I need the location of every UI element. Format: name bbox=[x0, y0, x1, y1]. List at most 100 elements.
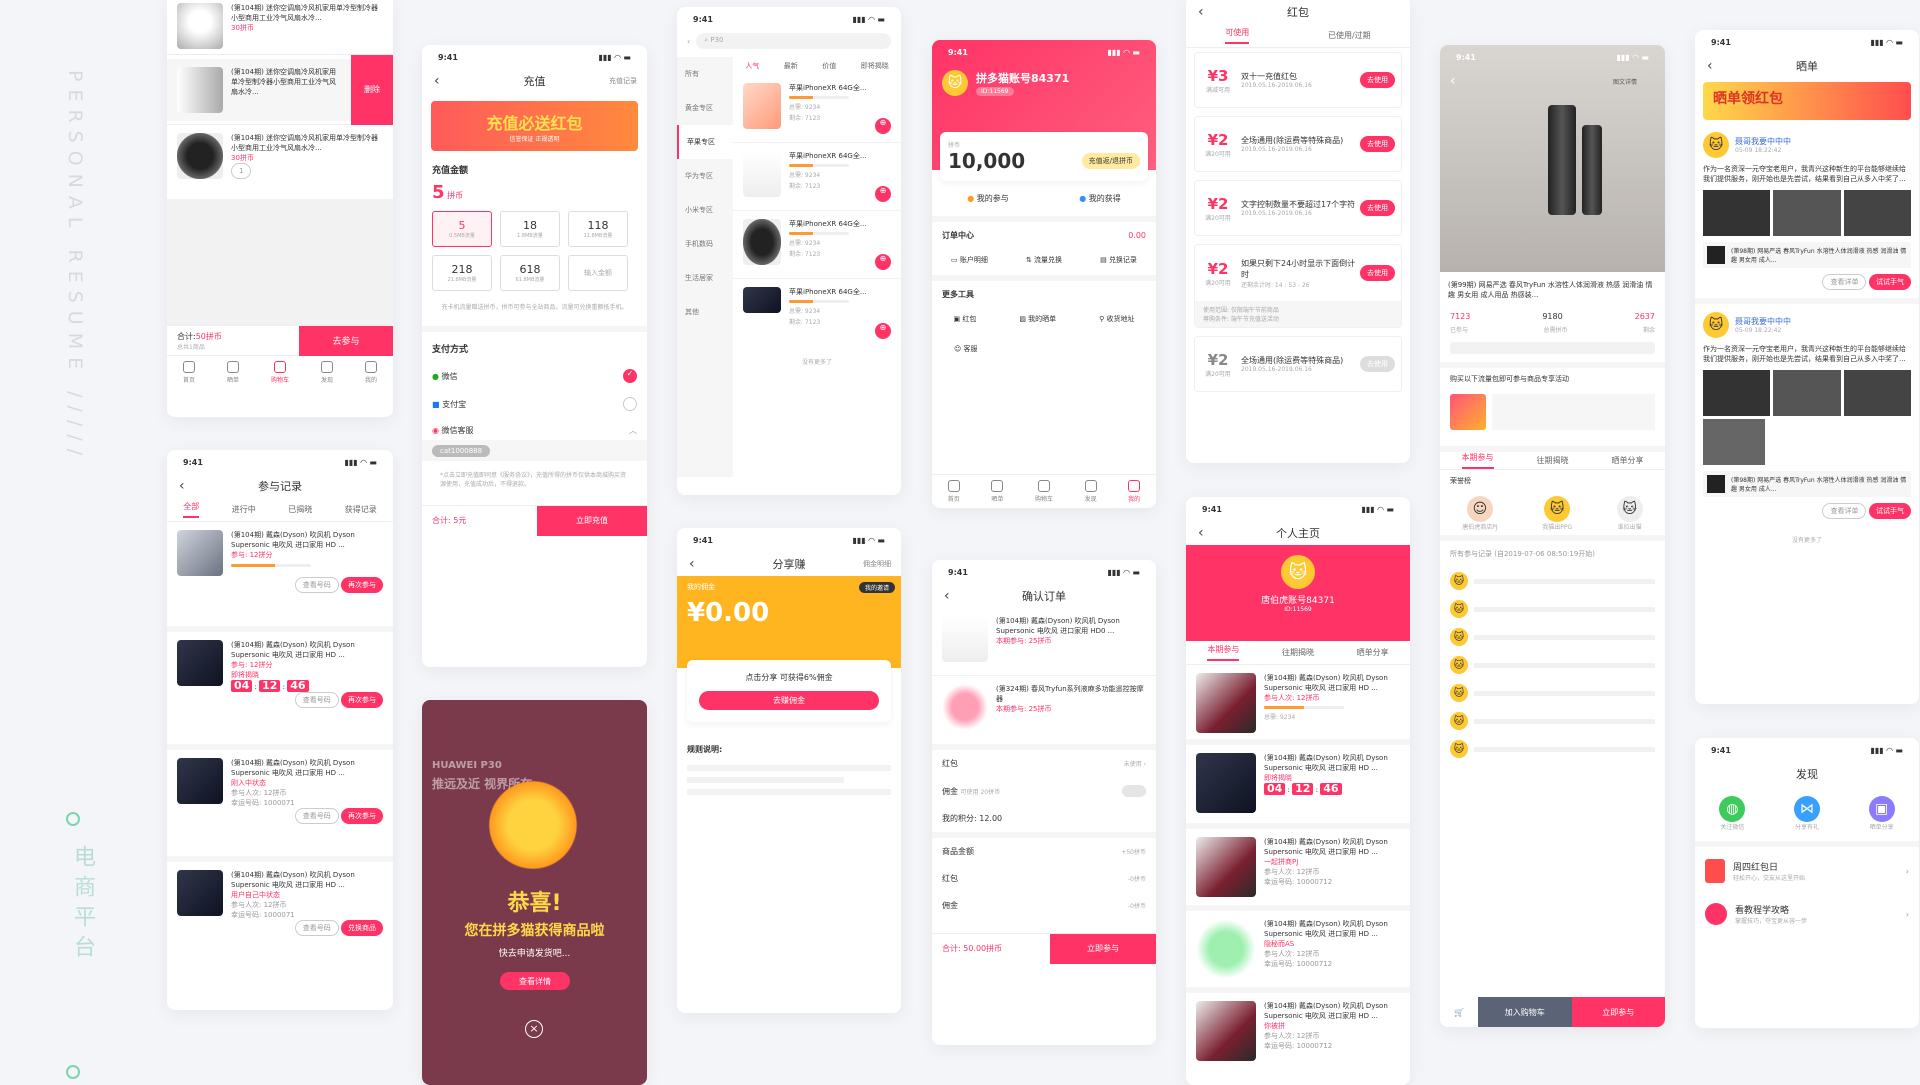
product-gallery[interactable]: 9:41 ▮▮▮ ◠ ▬ ‹ 图文详情 bbox=[1440, 45, 1665, 272]
pay-service[interactable]: ◉ 微信客服 ︿ bbox=[422, 415, 647, 440]
tool-redpacket[interactable]: ▣ 红包 bbox=[953, 314, 976, 324]
join-again-button[interactable]: 再次参与 bbox=[341, 577, 383, 593]
tab-discover[interactable]: 发现 bbox=[1084, 480, 1097, 503]
tab-discover[interactable]: 发现 bbox=[320, 361, 333, 384]
add-cart-icon[interactable]: ⊕ bbox=[875, 323, 891, 339]
show-banner[interactable]: 晒单领红包 bbox=[1703, 82, 1911, 120]
tab-show[interactable]: 晒单分享 bbox=[1612, 455, 1644, 466]
traffic-exchange[interactable]: ⇅ 流量兑换 bbox=[1026, 255, 1062, 265]
commission-detail-link[interactable]: 佣金明细 bbox=[863, 559, 891, 569]
show-share[interactable]: ▣ 晒单分享 bbox=[1868, 796, 1895, 831]
join-again-button[interactable]: 再次参与 bbox=[341, 808, 383, 824]
amount-tile[interactable]: 18 1.8MB流量 bbox=[500, 211, 560, 247]
pay-wechat[interactable]: ● 微信 ✓ bbox=[422, 365, 647, 387]
back-icon[interactable]: ‹ bbox=[1450, 73, 1456, 89]
code-chip[interactable]: cat1000888 bbox=[432, 445, 491, 457]
recharge-button[interactable]: 立即充值 bbox=[537, 505, 647, 536]
tutorial[interactable]: 看教程学攻略 掌握技巧，夺宝更从容一步 › bbox=[1695, 895, 1919, 933]
tab-all[interactable]: 全部 bbox=[183, 501, 200, 518]
exchange-record[interactable]: ▤ 兑换记录 bbox=[1100, 255, 1137, 265]
tab-show[interactable]: 晒单 bbox=[991, 480, 1003, 503]
use-button[interactable]: 去使用 bbox=[1360, 72, 1395, 88]
view-detail-button[interactable]: 查看详情 bbox=[500, 972, 570, 990]
cart-icon[interactable]: 🛒 bbox=[1440, 1008, 1478, 1017]
exchange-button[interactable]: 兑换商品 bbox=[341, 920, 383, 936]
use-button[interactable]: 去使用 bbox=[1360, 136, 1395, 152]
tool-show[interactable]: ▨ 我的晒单 bbox=[1019, 314, 1056, 324]
tab-me[interactable]: 我的 bbox=[364, 361, 377, 384]
tab-past[interactable]: 往期揭晓 bbox=[1537, 455, 1569, 466]
commission-toggle[interactable] bbox=[1122, 785, 1146, 797]
home-item[interactable]: (第104期) 戴森(Dyson) 吹风机 Dyson Supersonic 电… bbox=[1186, 993, 1410, 1073]
add-cart-button[interactable]: 加入购物车 bbox=[1478, 997, 1572, 1027]
custom-amount-input[interactable]: 输入金额 bbox=[568, 255, 628, 291]
tool-address[interactable]: ⚲ 收货地址 bbox=[1099, 314, 1134, 324]
product-row[interactable]: 苹果iPhoneXR 64G全... 总需: 9234 剩余: 7123 ⊕ bbox=[733, 279, 901, 347]
cat-item[interactable]: 生活居家 bbox=[677, 261, 733, 295]
account-detail[interactable]: ▭ 账户明细 bbox=[951, 255, 988, 265]
back-icon[interactable]: ‹ bbox=[1707, 58, 1713, 74]
redpacket-select[interactable]: 未使用 › bbox=[1124, 759, 1146, 768]
tab-current[interactable]: 本期参与 bbox=[1461, 452, 1494, 469]
back-icon[interactable]: ‹ bbox=[179, 478, 185, 494]
recharge-history-link[interactable]: 充值记录 bbox=[609, 76, 637, 86]
home-item[interactable]: (第104期) 戴森(Dyson) 吹风机 Dyson Supersonic 电… bbox=[1186, 911, 1410, 993]
tool-service[interactable]: ☺ 客服 bbox=[932, 330, 1156, 368]
back-icon[interactable]: ‹ bbox=[687, 37, 690, 46]
tab-show[interactable]: 晒单 bbox=[226, 361, 239, 384]
add-cart-icon[interactable]: ⊕ bbox=[875, 186, 891, 202]
invite-badge[interactable]: 我的邀请 bbox=[858, 582, 895, 593]
join-button[interactable]: 立即参与 bbox=[1050, 933, 1156, 964]
amount-tile[interactable]: 118 11.8MB流量 bbox=[568, 211, 628, 247]
view-number-button[interactable]: 查看号码 bbox=[294, 577, 339, 593]
home-item[interactable]: (第104期) 戴森(Dyson) 吹风机 Dyson Supersonic 电… bbox=[1186, 745, 1410, 829]
join-again-button[interactable]: 再次参与 bbox=[341, 692, 383, 708]
back-icon[interactable]: ‹ bbox=[1198, 4, 1204, 20]
thursday-redpacket[interactable]: 周四红包日 轻松开心，交友从这里开始 › bbox=[1695, 847, 1919, 895]
tab-current[interactable]: 本期参与 bbox=[1207, 644, 1240, 661]
sort-soon[interactable]: 即将揭晓 bbox=[861, 61, 889, 71]
amount-tile[interactable]: 5 0.5MB流量 bbox=[432, 211, 492, 247]
tab-revealed[interactable]: 已揭晓 bbox=[288, 504, 312, 515]
product-row[interactable]: 苹果iPhoneXR 64G全... 总需: 9234 剩余: 7123 ⊕ bbox=[733, 75, 901, 143]
cat-item[interactable]: 其他 bbox=[677, 295, 733, 329]
view-detail-button[interactable]: 查看详单 bbox=[1822, 274, 1867, 290]
promo-banner[interactable]: 充值必送红包 信誉保证 正规透明 bbox=[431, 101, 638, 151]
add-cart-icon[interactable]: ⊕ bbox=[875, 118, 891, 134]
my-won-button[interactable]: ● 我的获得 bbox=[1079, 193, 1121, 204]
product-row[interactable]: 苹果iPhoneXR 64G全... 总需: 9234 剩余: 7123 ⊕ bbox=[733, 143, 901, 211]
join-now-button[interactable]: 立即参与 bbox=[1571, 997, 1665, 1027]
tab-ongoing[interactable]: 进行中 bbox=[232, 504, 256, 515]
search-input[interactable]: ⌕ P30 bbox=[696, 33, 891, 49]
view-detail-button[interactable]: 查看详单 bbox=[1822, 503, 1867, 519]
back-icon[interactable]: ‹ bbox=[434, 73, 440, 89]
back-icon[interactable]: ‹ bbox=[944, 588, 950, 604]
cat-item[interactable]: 苹果专区 bbox=[677, 125, 733, 159]
view-number-button[interactable]: 查看号码 bbox=[294, 808, 339, 824]
try-luck-button[interactable]: 试试手气 bbox=[1869, 503, 1911, 519]
sort-new[interactable]: 最新 bbox=[784, 61, 798, 71]
sort-value[interactable]: 价值 bbox=[822, 61, 836, 71]
tab-me[interactable]: 我的 bbox=[1128, 480, 1140, 503]
tab-home[interactable]: 首页 bbox=[182, 361, 195, 384]
qty-stepper[interactable]: 1 bbox=[231, 163, 252, 179]
tab-cart[interactable]: 购物车 bbox=[271, 361, 289, 384]
add-cart-icon[interactable]: ⊕ bbox=[875, 254, 891, 270]
product-row[interactable]: 苹果iPhoneXR 64G全... 总需: 9234 剩余: 7123 ⊕ bbox=[733, 211, 901, 279]
tab-past[interactable]: 往期揭晓 bbox=[1282, 647, 1314, 658]
my-join-button[interactable]: ● 我的参与 bbox=[967, 193, 1009, 204]
tab-cart[interactable]: 购物车 bbox=[1035, 480, 1053, 503]
cat-item[interactable]: 小米专区 bbox=[677, 193, 733, 227]
try-luck-button[interactable]: 试试手气 bbox=[1869, 274, 1911, 290]
home-item[interactable]: (第104期) 戴森(Dyson) 吹风机 Dyson Supersonic 电… bbox=[1186, 829, 1410, 911]
amount-tile[interactable]: 218 21.8MB流量 bbox=[432, 255, 492, 291]
back-icon[interactable]: ‹ bbox=[689, 556, 695, 572]
tab-won[interactable]: 获得记录 bbox=[345, 504, 377, 515]
cat-item[interactable]: 所有 bbox=[677, 57, 733, 91]
follow-wechat[interactable]: ◍ 关注微信 bbox=[1719, 796, 1746, 831]
home-item[interactable]: (第104期) 戴森(Dyson) 吹风机 Dyson Supersonic 电… bbox=[1186, 665, 1410, 745]
sort-popular[interactable]: 人气 bbox=[745, 61, 759, 71]
share-gift[interactable]: ⋈ 分享有礼 bbox=[1793, 796, 1820, 831]
tab-expired[interactable]: 已使用/过期 bbox=[1328, 30, 1371, 41]
join-button[interactable]: 去参与 bbox=[299, 325, 393, 356]
